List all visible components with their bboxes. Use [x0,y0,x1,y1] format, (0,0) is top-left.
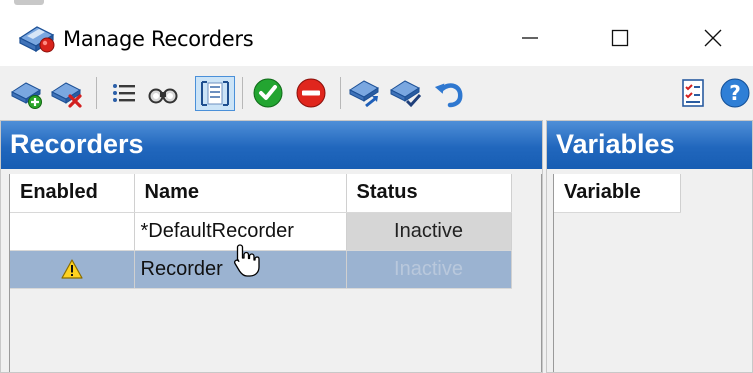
recorders-table: Enabled Name Status *DefaultRecorder Ina… [10,174,512,289]
help-icon[interactable]: ? [718,76,752,110]
recorder-app-icon [18,26,55,53]
recorders-header: Recorders [1,121,542,169]
enabled-cell[interactable] [10,212,135,251]
fit-columns-icon [201,81,229,106]
toolbar-separator [96,77,97,109]
toolbar-separator [340,77,341,109]
close-icon [704,29,722,47]
toolbar: ? [0,66,753,120]
variables-header-row: Variable [554,174,681,213]
enable-check-icon[interactable] [251,76,285,110]
properties-list-icon[interactable] [106,76,140,110]
column-header-variable[interactable]: Variable [554,174,681,213]
disable-stop-icon[interactable] [294,76,328,110]
variables-grid[interactable]: Variable [553,174,752,372]
recorders-grid[interactable]: Enabled Name Status *DefaultRecorder Ina… [9,174,542,372]
variables-header: Variables [547,121,752,169]
recorders-header-row: Enabled Name Status [10,174,512,213]
manage-recorders-window: Manage Recorders ? Recorders Enabled Nam… [0,0,753,373]
column-header-name[interactable]: Name [134,174,347,213]
window-title: Manage Recorders [63,27,254,51]
minimize-icon [522,37,538,39]
maximize-button[interactable] [590,16,650,60]
find-binoculars-icon[interactable] [146,76,180,110]
svg-text:?: ? [729,81,741,105]
table-row[interactable]: Recorder Inactive [10,250,512,289]
background-window-fragment [14,0,44,5]
column-header-status[interactable]: Status [346,174,512,213]
add-recorder-icon[interactable] [10,76,44,110]
maximize-icon [611,29,629,47]
column-header-enabled[interactable]: Enabled [10,174,135,213]
enabled-cell[interactable] [10,250,135,289]
variables-table: Variable [554,174,681,213]
name-cell[interactable]: *DefaultRecorder [134,212,347,251]
close-button[interactable] [683,16,743,60]
variables-panel: Variables Variable [546,120,753,373]
toolbar-separator [242,77,243,109]
export-recorder-icon[interactable] [348,76,382,110]
minimize-button[interactable] [500,16,560,60]
delete-recorder-icon[interactable] [50,76,84,110]
top-strip [0,0,753,8]
fit-columns-button[interactable] [195,76,235,111]
recorders-panel: Recorders Enabled Name Status *DefaultRe… [0,120,543,373]
checklist-icon[interactable] [676,76,710,110]
name-cell[interactable]: Recorder [134,250,347,289]
status-cell: Inactive [346,212,512,251]
warning-icon [61,259,83,279]
undo-icon[interactable] [432,76,466,110]
table-row[interactable]: *DefaultRecorder Inactive [10,212,512,251]
status-cell: Inactive [346,250,512,289]
title-bar[interactable]: Manage Recorders [0,8,753,66]
verify-recorder-icon[interactable] [389,76,423,110]
